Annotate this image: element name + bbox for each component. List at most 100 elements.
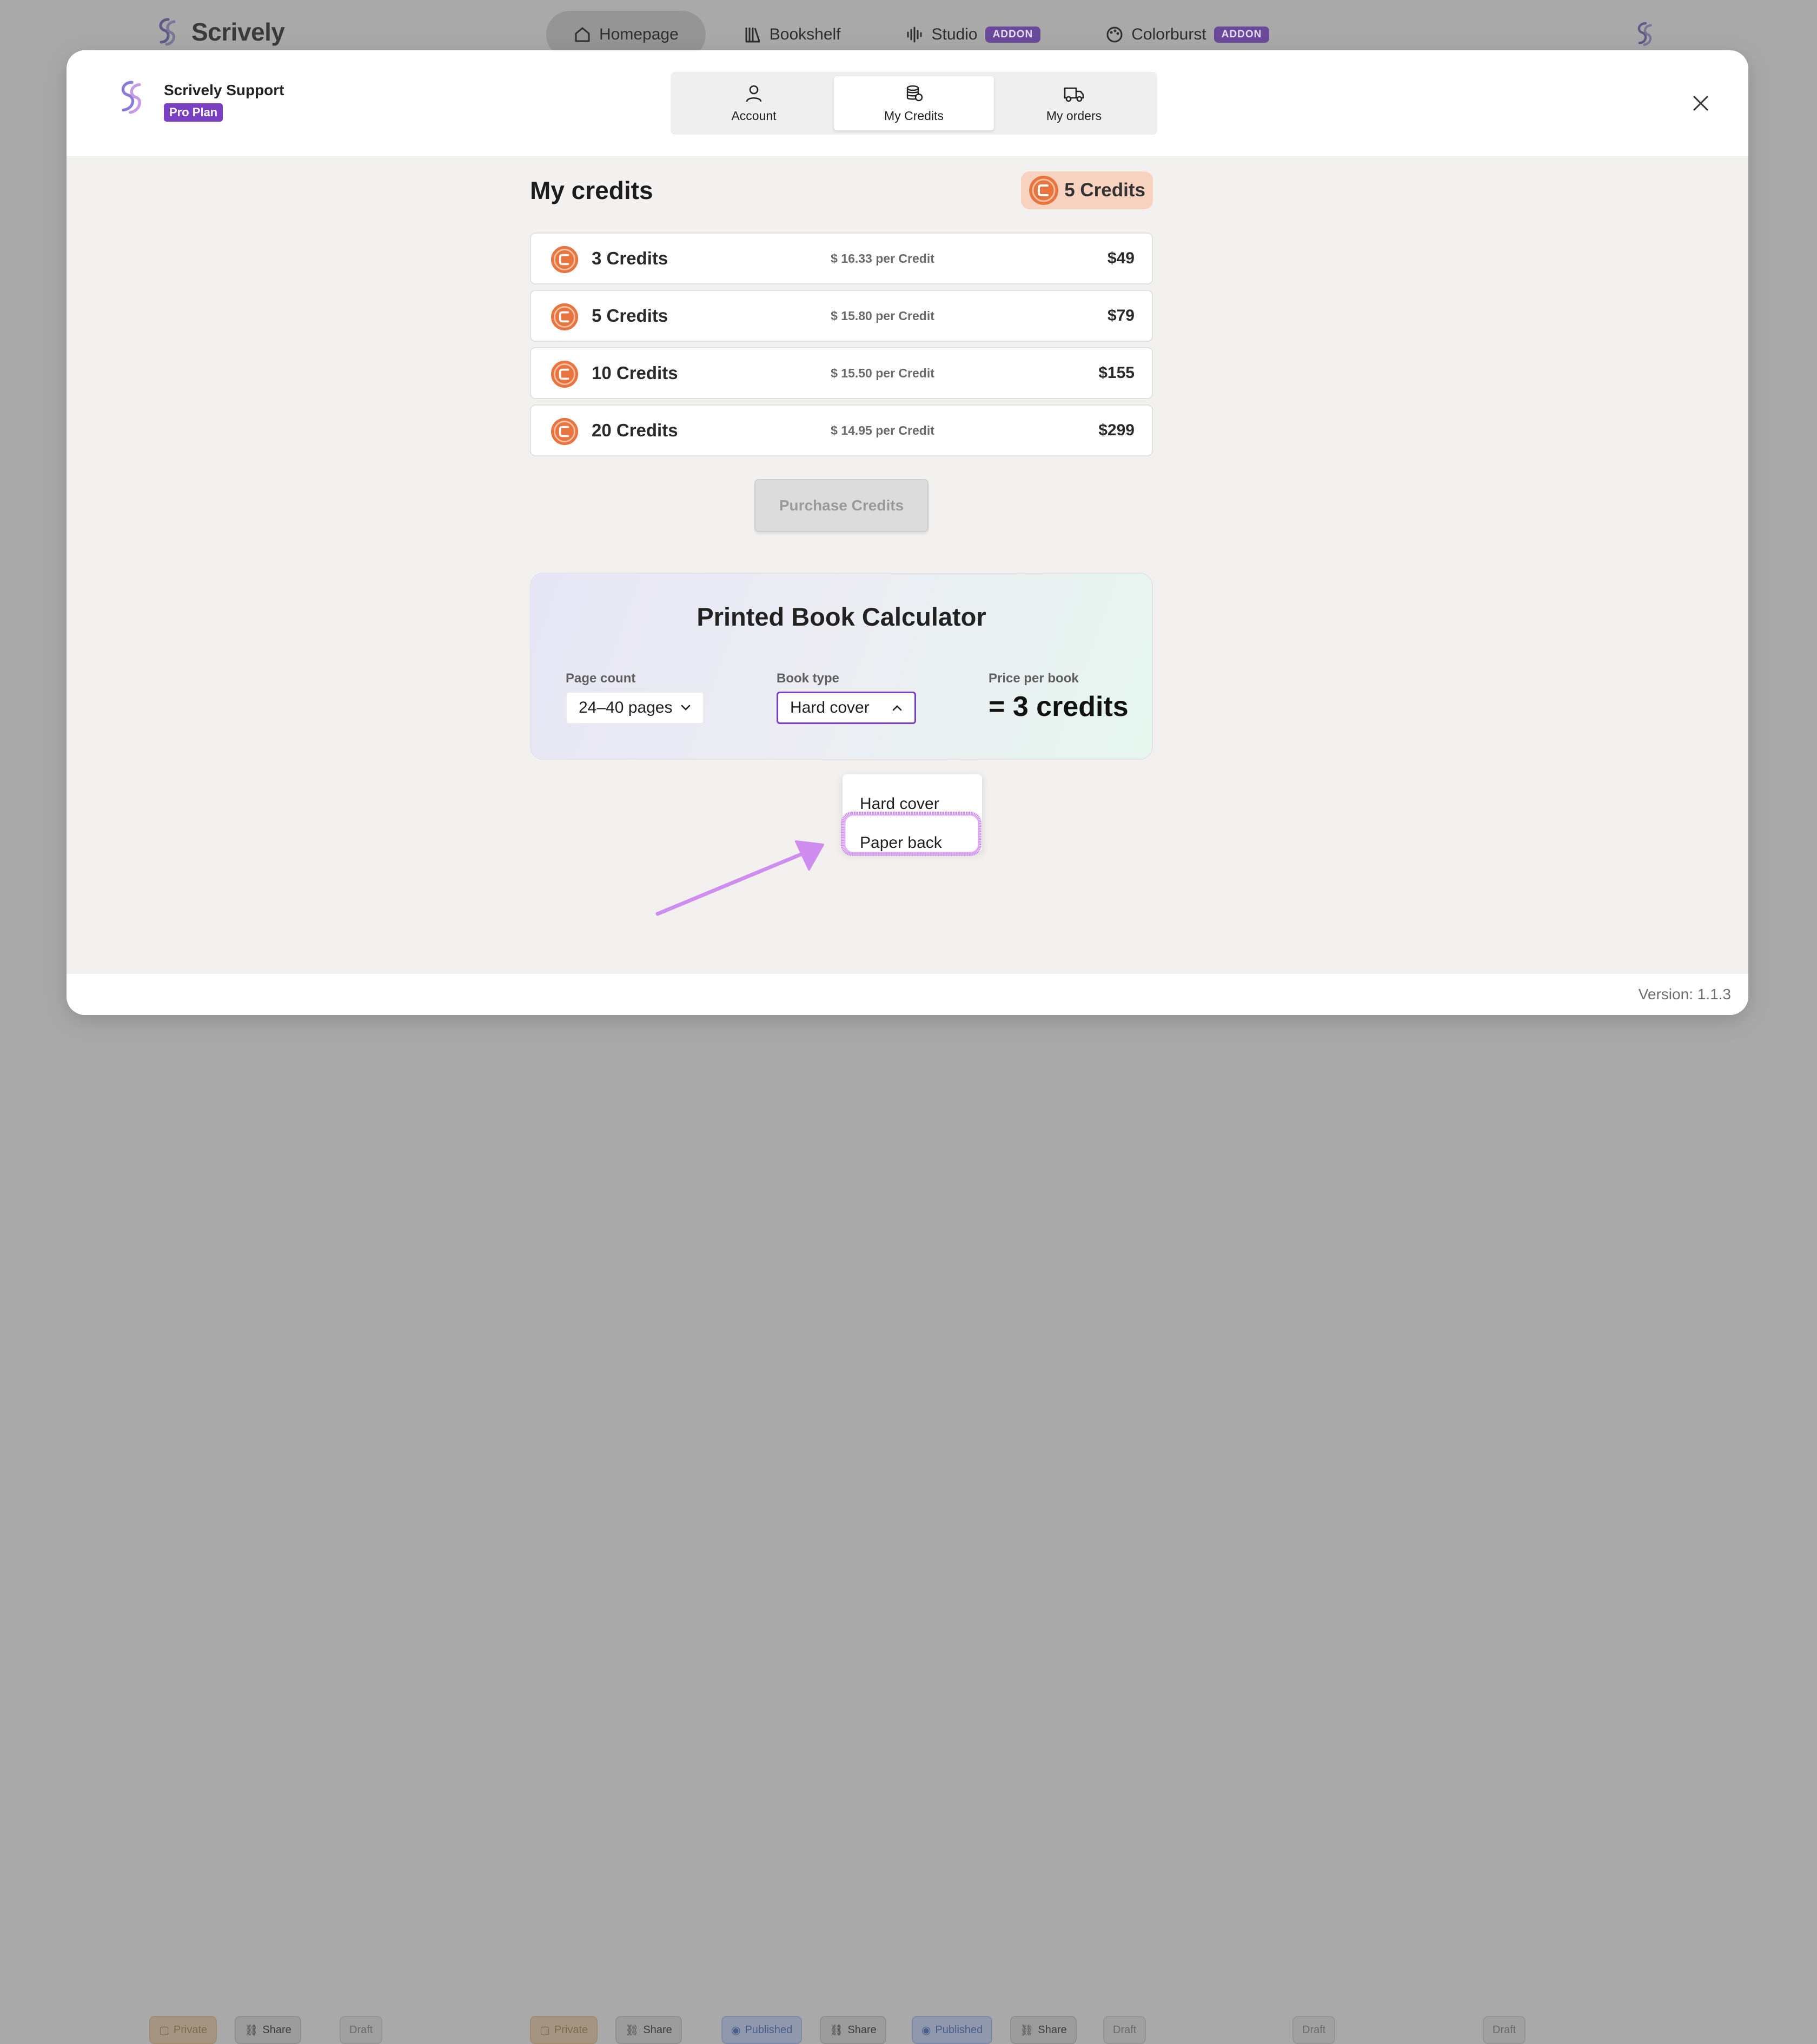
chip-label: Published [935,2023,983,2036]
audio-wave-icon [907,26,922,43]
credits-header: My credits 5 Credits [530,169,1153,212]
chevron-up-icon [892,705,902,711]
chip-share: ⛓ Share [1010,2016,1077,2044]
nav-label: Homepage [599,25,679,43]
palette-icon [1106,26,1123,43]
lock-icon: ▢ [540,2024,550,2036]
addon-badge: ADDON [985,26,1041,43]
chip-share: ⛓ Share [615,2016,682,2044]
package-name: 20 Credits [592,420,678,440]
option-hard-cover[interactable]: Hard cover [860,795,939,813]
chip-label: Published [745,2023,793,2036]
credit-coin-icon [1029,176,1059,205]
credit-balance-text: 5 Credits [1064,180,1145,201]
credit-package-row[interactable]: 10 Credits $ 15.50 per Credit $155 [530,347,1153,399]
scrively-logo-icon [121,81,141,114]
price-per-book-value: = 3 credits [989,691,1129,722]
page-count-value: 24–40 pages [579,699,673,716]
modal-tabs: Account My Credits My orders [671,72,1157,135]
purchase-credits-button[interactable]: Purchase Credits [754,479,929,532]
chevron-down-icon [681,705,691,711]
calculator-title: Printed Book Calculator [697,602,986,631]
book-type-label: Book type [777,671,840,686]
package-per-credit: $ 16.33 per Credit [831,251,934,266]
annotation-arrow [655,840,824,916]
package-price: $49 [1107,249,1135,267]
price-per-book-label: Price per book [989,671,1079,686]
tab-my-orders[interactable]: My orders [994,76,1154,130]
package-price: $79 [1107,307,1135,324]
credit-coin-icon [551,245,579,274]
package-per-credit: $ 14.95 per Credit [831,423,934,437]
tab-account[interactable]: Account [674,76,834,130]
chip-label: Private [554,2023,588,2036]
modal-header: Scrively Support Pro Plan Account My Cre… [67,50,1748,156]
chip-draft: Draft [340,2016,383,2044]
credit-package-row[interactable]: 20 Credits $ 14.95 per Credit $299 [530,404,1153,456]
credit-coin-icon [551,360,579,388]
chip-label: Share [643,2023,672,2036]
eye-icon: ◉ [921,2024,931,2036]
tab-label: Account [731,108,777,123]
book-type-select[interactable]: Hard cover [777,692,916,724]
user-icon [746,85,762,102]
lock-icon: ▢ [159,2024,169,2036]
credit-balance: 5 Credits [1021,171,1153,209]
purchase-wrap: Purchase Credits [530,479,1153,532]
book-type-value: Hard cover [790,699,870,716]
user-block: Scrively Support Pro Plan [115,78,284,122]
page-count-select[interactable]: 24–40 pages [566,692,704,724]
credit-packages: 3 Credits $ 16.33 per Credit $49 5 Credi… [530,233,1153,456]
chip-private: ▢ Private [530,2016,598,2044]
addon-badge: ADDON [1213,26,1270,43]
modal-footer: Version: 1.1.3 [67,974,1748,1015]
credits-section: My credits 5 Credits 3 Credits $ 16.33 p… [530,169,1153,532]
credit-package-row[interactable]: 5 Credits $ 15.80 per Credit $79 [530,290,1153,342]
link-icon: ⛓ [830,2024,844,2036]
chip-label: Private [173,2023,208,2036]
home-icon [575,27,590,42]
link-icon: ⛓ [1020,2024,1034,2036]
package-name: 10 Credits [592,363,678,383]
page-count-label: Page count [566,671,636,686]
profile-logo [1632,21,1659,50]
user-info: Scrively Support Pro Plan [164,78,284,122]
chip-draft: Draft [1103,2016,1146,2044]
package-per-credit: $ 15.50 per Credit [831,366,934,380]
credit-coin-icon [551,303,579,331]
nav-label: Studio [931,25,978,43]
chip-label: Draft [1493,2023,1516,2036]
link-icon: ⛓ [244,2024,258,2036]
scrively-logo-icon [159,18,176,46]
credits-title: My credits [530,176,653,204]
truck-icon [1064,87,1084,102]
eye-icon: ◉ [731,2024,741,2036]
chip-label: Share [847,2023,877,2036]
user-name: Scrively Support [164,82,284,98]
scrively-logo-icon [1637,22,1652,46]
package-name: 3 Credits [592,248,668,268]
package-price: $155 [1098,364,1135,382]
nav-label: Bookshelf [769,25,841,43]
close-button[interactable] [1689,91,1713,115]
chip-private: ▢ Private [149,2016,217,2044]
coins-icon [906,85,923,101]
brand-name: Scrively [191,18,285,46]
tab-label: My Credits [884,108,944,123]
brand-logo: Scrively [152,16,285,48]
book-calculator: Printed Book Calculator Page count 24–40… [530,573,1153,760]
package-price: $299 [1098,421,1135,439]
credit-coin-icon [551,417,579,446]
chip-label: Draft [349,2023,373,2036]
package-name: 5 Credits [592,306,668,326]
chip-published: ◉ Published [721,2016,803,2044]
chip-label: Share [262,2023,291,2036]
close-icon [1693,96,1708,111]
tab-my-credits[interactable]: My Credits [834,76,994,130]
version-text: Version: 1.1.3 [1638,986,1731,1003]
link-icon: ⛓ [625,2024,639,2036]
chip-share: ⛓ Share [235,2016,301,2044]
chip-published: ◉ Published [912,2016,993,2044]
credit-package-row[interactable]: 3 Credits $ 16.33 per Credit $49 [530,233,1153,284]
chip-draft: Draft [1483,2016,1526,2044]
